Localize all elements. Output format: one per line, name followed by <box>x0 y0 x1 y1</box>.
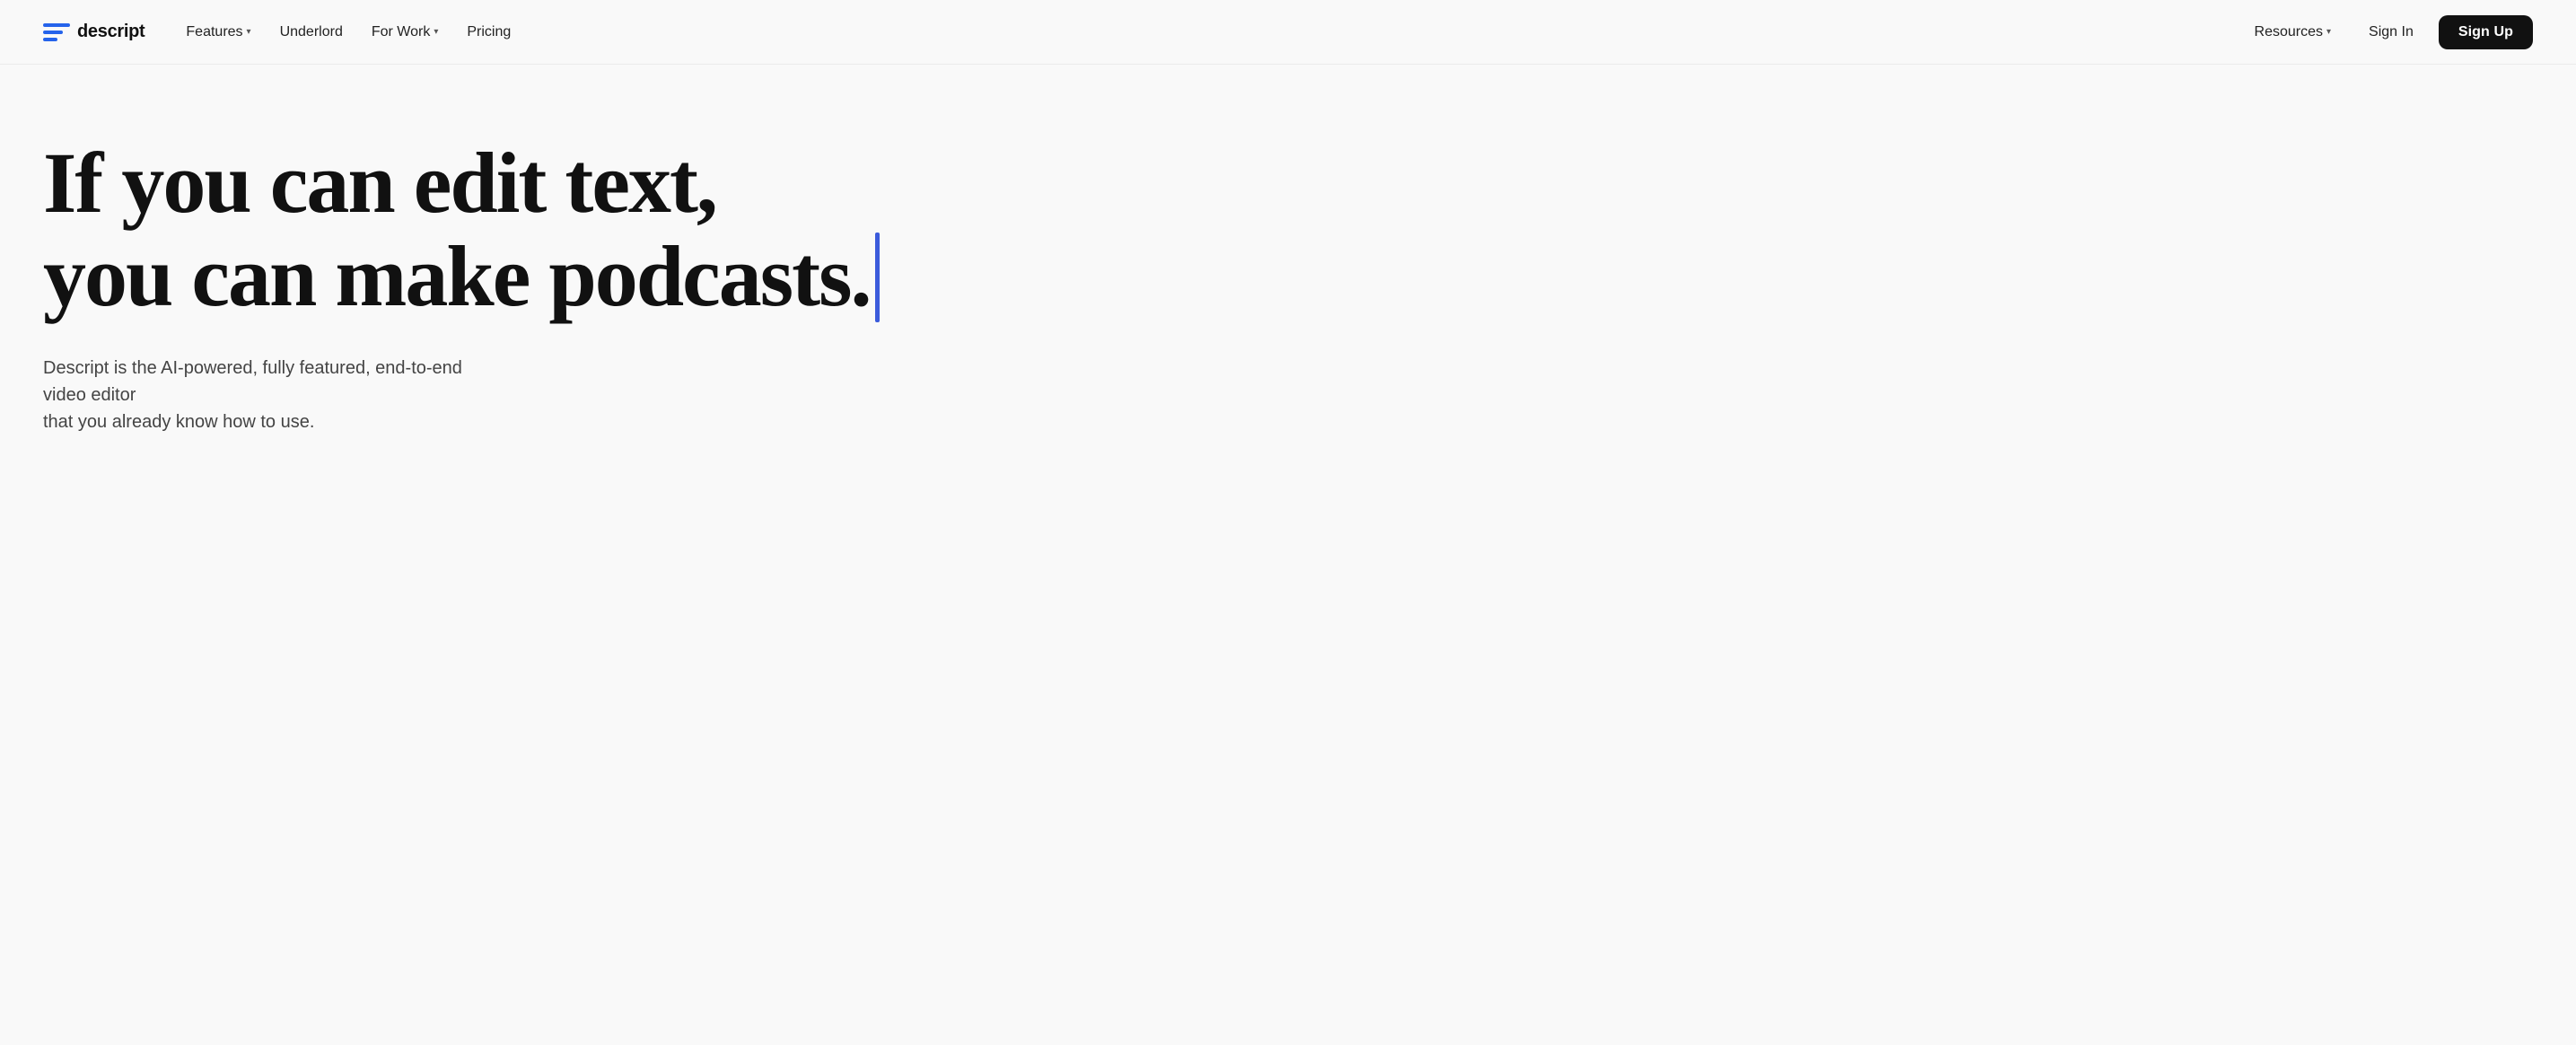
logo-link[interactable]: descript <box>43 22 145 43</box>
hero-section: If you can edit text, you can make podca… <box>0 65 1257 489</box>
nav-left: descript Features ▾ Underlord For Work ▾… <box>43 17 523 48</box>
hero-headline: If you can edit text, you can make podca… <box>43 136 1214 322</box>
features-chevron-icon: ▾ <box>247 27 251 37</box>
headline-text-1: If you can edit text, <box>43 136 716 230</box>
sign-in-button[interactable]: Sign In <box>2351 16 2431 48</box>
resources-chevron-icon: ▾ <box>2326 27 2331 37</box>
sign-in-label: Sign In <box>2369 24 2414 40</box>
for-work-label: For Work <box>372 24 430 40</box>
resources-label: Resources <box>2255 24 2323 40</box>
pricing-label: Pricing <box>467 24 511 40</box>
headline-line-2: you can make podcasts. <box>43 230 1214 323</box>
underlord-label: Underlord <box>280 24 343 40</box>
nav-for-work[interactable]: For Work ▾ <box>359 17 451 48</box>
headline-text-2: you can make podcasts. <box>43 230 870 323</box>
features-label: Features <box>186 24 242 40</box>
navbar: descript Features ▾ Underlord For Work ▾… <box>0 0 2576 65</box>
for-work-chevron-icon: ▾ <box>434 27 438 37</box>
sign-up-label: Sign Up <box>2458 24 2513 40</box>
text-cursor <box>875 233 880 322</box>
nav-pricing[interactable]: Pricing <box>454 17 523 48</box>
nav-links: Features ▾ Underlord For Work ▾ Pricing <box>173 17 523 48</box>
nav-right: Resources ▾ Sign In Sign Up <box>2242 15 2533 49</box>
nav-features[interactable]: Features ▾ <box>173 17 263 48</box>
logo-text: descript <box>77 22 145 42</box>
hero-subtext-line2: that you already know how to use. <box>43 412 314 432</box>
nav-underlord[interactable]: Underlord <box>267 17 355 48</box>
headline-line-1: If you can edit text, <box>43 136 1214 230</box>
nav-resources[interactable]: Resources ▾ <box>2242 17 2344 48</box>
hero-subtext-line1: Descript is the AI-powered, fully featur… <box>43 358 462 405</box>
sign-up-button[interactable]: Sign Up <box>2439 15 2533 49</box>
logo-icon <box>43 22 70 43</box>
hero-subtext: Descript is the AI-powered, fully featur… <box>43 355 474 435</box>
